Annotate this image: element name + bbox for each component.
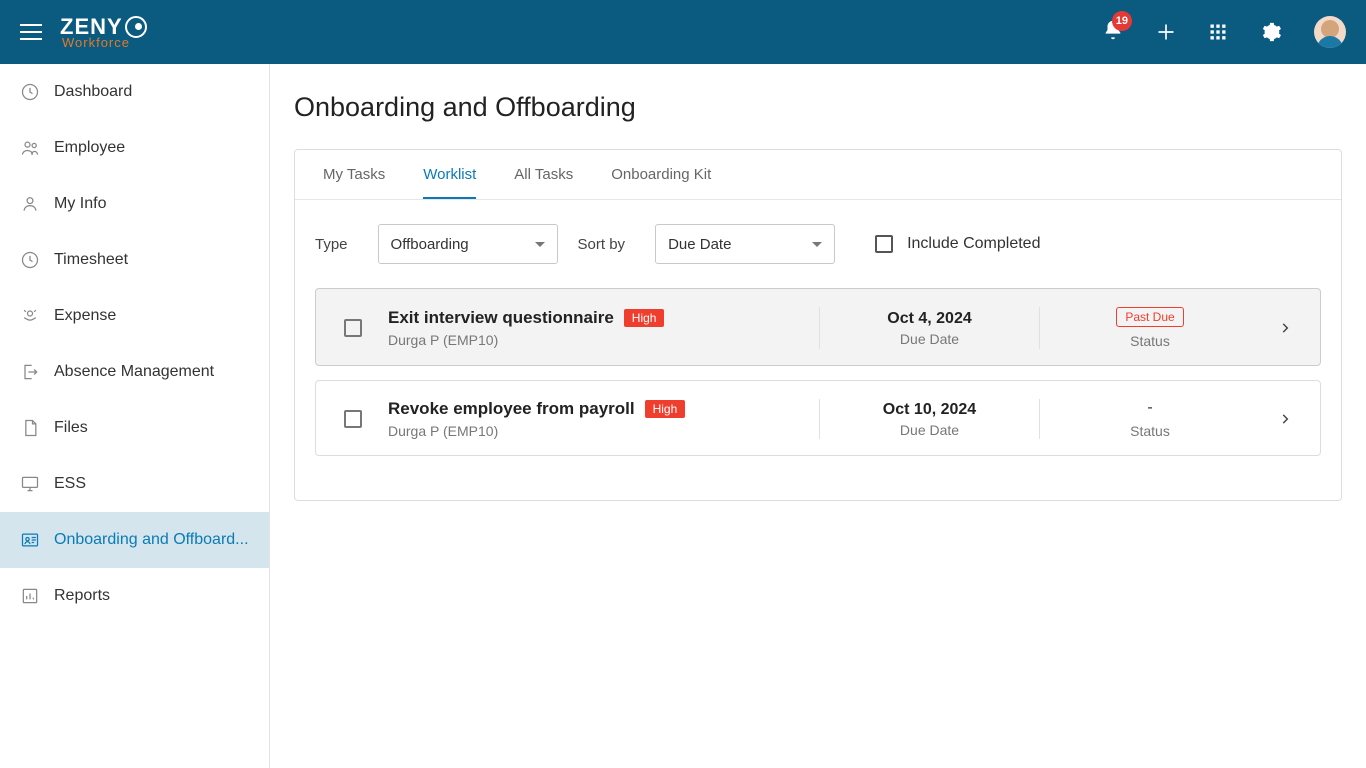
sidebar-item-label: My Info [54, 195, 106, 213]
clock-icon [20, 250, 40, 270]
tab-my-tasks[interactable]: My Tasks [323, 150, 385, 199]
sidebar-item-my-info[interactable]: My Info [0, 176, 269, 232]
tab-all-tasks[interactable]: All Tasks [514, 150, 573, 199]
notification-count-badge: 19 [1112, 11, 1132, 31]
task-row[interactable]: Exit interview questionnaire High Durga … [315, 288, 1321, 366]
chevron-right-icon [1278, 321, 1292, 335]
task-checkbox[interactable] [344, 399, 388, 439]
avatar[interactable] [1314, 16, 1346, 48]
status-badge: Past Due [1116, 307, 1183, 327]
task-status-column: - Status [1040, 399, 1260, 439]
task-row[interactable]: Revoke employee from payroll High Durga … [315, 380, 1321, 456]
exit-icon [20, 362, 40, 382]
page-title: Onboarding and Offboarding [294, 92, 1342, 123]
sidebar-item-label: Expense [54, 307, 116, 325]
sidebar-item-label: Files [54, 419, 88, 437]
apps-grid-icon[interactable] [1208, 22, 1228, 42]
status-label: Status [1130, 333, 1170, 349]
sidebar-item-files[interactable]: Files [0, 400, 269, 456]
task-title: Revoke employee from payroll [388, 399, 635, 419]
type-filter-label: Type [315, 236, 348, 253]
include-completed-label: Include Completed [907, 235, 1040, 253]
task-date: Oct 10, 2024 [883, 401, 976, 419]
gear-icon[interactable] [1260, 21, 1282, 43]
task-main: Exit interview questionnaire High Durga … [388, 307, 820, 349]
task-date-label: Due Date [900, 422, 959, 438]
notifications-button[interactable]: 19 [1102, 19, 1124, 46]
sidebar-item-label: Absence Management [54, 363, 214, 381]
sort-by-select[interactable]: Due Date [655, 224, 835, 264]
main-content: Onboarding and Offboarding My Tasks Work… [270, 64, 1366, 768]
id-card-icon [20, 530, 40, 550]
chart-icon [20, 586, 40, 606]
sidebar-item-label: Onboarding and Offboard... [54, 531, 249, 549]
task-date-column: Oct 4, 2024 Due Date [820, 307, 1040, 349]
money-icon [20, 306, 40, 326]
sidebar-item-absence-management[interactable]: Absence Management [0, 344, 269, 400]
task-assignee: Durga P (EMP10) [388, 332, 799, 348]
sidebar-item-employee[interactable]: Employee [0, 120, 269, 176]
task-date-column: Oct 10, 2024 Due Date [820, 399, 1040, 439]
sidebar-item-ess[interactable]: ESS [0, 456, 269, 512]
expand-row-button[interactable] [1260, 307, 1310, 349]
sidebar-item-dashboard[interactable]: Dashboard [0, 64, 269, 120]
task-checkbox[interactable] [344, 307, 388, 349]
brand-logo: ZENY Workforce [60, 16, 147, 49]
file-icon [20, 418, 40, 438]
type-select[interactable]: Offboarding [378, 224, 558, 264]
task-list: Exit interview questionnaire High Durga … [295, 278, 1341, 500]
tab-onboarding-kit[interactable]: Onboarding Kit [611, 150, 711, 199]
person-icon [20, 194, 40, 214]
sidebar-item-timesheet[interactable]: Timesheet [0, 232, 269, 288]
checkbox-icon [875, 235, 893, 253]
task-date: Oct 4, 2024 [887, 310, 972, 328]
priority-badge: High [624, 309, 665, 327]
clock-icon [20, 82, 40, 102]
task-status-column: Past Due Status [1040, 307, 1260, 349]
priority-badge: High [645, 400, 686, 418]
status-label: Status [1130, 423, 1170, 439]
topbar: ZENY Workforce 19 [0, 0, 1366, 64]
chevron-right-icon [1278, 412, 1292, 426]
task-title: Exit interview questionnaire [388, 308, 614, 328]
sidebar-item-label: ESS [54, 475, 86, 493]
type-select-value: Offboarding [391, 236, 469, 253]
content-card: My Tasks Worklist All Tasks Onboarding K… [294, 149, 1342, 501]
sidebar: Dashboard Employee My Info Timesheet Exp… [0, 64, 270, 768]
menu-toggle-button[interactable] [20, 24, 42, 40]
sidebar-item-label: Employee [54, 139, 125, 157]
status-value: - [1147, 399, 1152, 417]
task-assignee: Durga P (EMP10) [388, 423, 799, 439]
sidebar-item-onboarding-offboarding[interactable]: Onboarding and Offboard... [0, 512, 269, 568]
sidebar-item-label: Timesheet [54, 251, 128, 269]
sidebar-item-expense[interactable]: Expense [0, 288, 269, 344]
task-main: Revoke employee from payroll High Durga … [388, 399, 820, 439]
tab-bar: My Tasks Worklist All Tasks Onboarding K… [295, 150, 1341, 200]
people-icon [20, 138, 40, 158]
checkbox-icon [344, 410, 362, 428]
include-completed-checkbox[interactable]: Include Completed [875, 235, 1040, 253]
checkbox-icon [344, 319, 362, 337]
chevron-down-icon [812, 242, 822, 247]
task-date-label: Due Date [900, 331, 959, 347]
filter-bar: Type Offboarding Sort by Due Date Includ… [295, 200, 1341, 278]
expand-row-button[interactable] [1260, 399, 1310, 439]
sidebar-item-reports[interactable]: Reports [0, 568, 269, 624]
logo-eye-icon [125, 16, 147, 38]
plus-icon[interactable] [1156, 22, 1176, 42]
monitor-icon [20, 474, 40, 494]
sort-by-value: Due Date [668, 236, 731, 253]
sidebar-item-label: Dashboard [54, 83, 132, 101]
chevron-down-icon [535, 242, 545, 247]
tab-worklist[interactable]: Worklist [423, 150, 476, 199]
topbar-left: ZENY Workforce [20, 16, 147, 49]
sidebar-item-label: Reports [54, 587, 110, 605]
topbar-right: 19 [1102, 16, 1346, 48]
sort-by-label: Sort by [578, 236, 626, 253]
